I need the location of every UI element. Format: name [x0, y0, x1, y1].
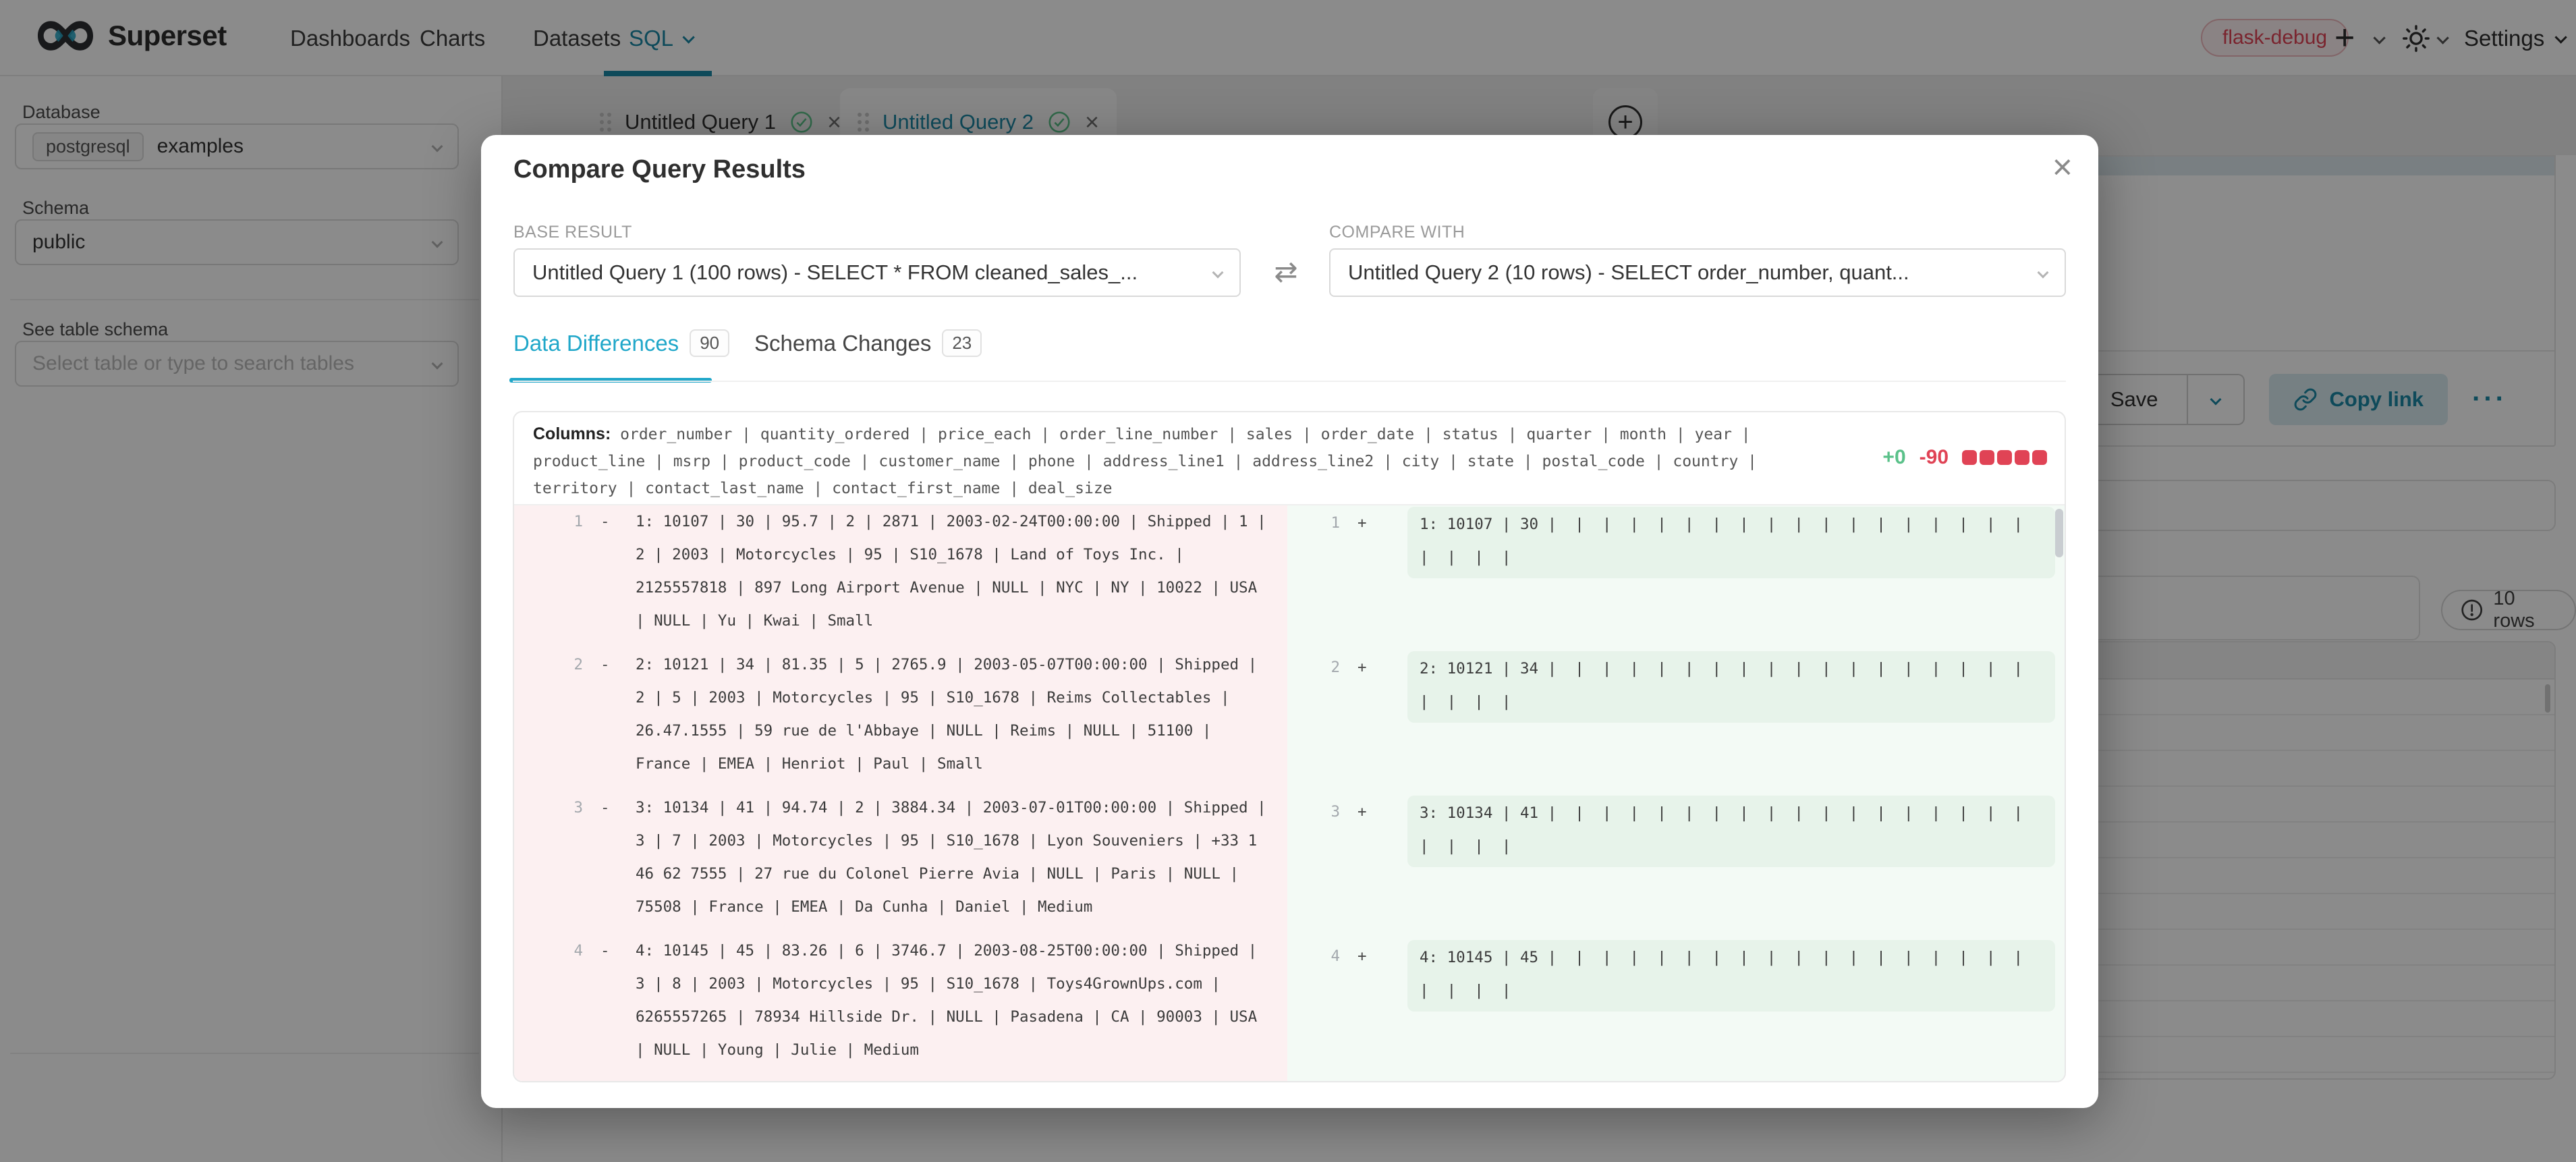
diff-removed-row: 4 - 4: 10145 | 45 | 83.26 | 6 | 3746.7 |… — [514, 935, 1287, 1078]
tab-schema-changes-label: Schema Changes — [754, 331, 931, 356]
plus-sign: + — [1357, 651, 1367, 684]
diff-added-row: 3 + 3: 10134 | 41 | | | | | | | | | | | … — [1287, 796, 2065, 939]
diff-body: 1 - 1: 10107 | 30 | 95.7 | 2 | 2871 | 20… — [514, 504, 2065, 1081]
line-number: 3 — [1287, 796, 1340, 829]
removed-row-text: 3: 10134 | 41 | 94.74 | 2 | 3884.34 | 20… — [636, 792, 1275, 924]
columns-names: order_number | quantity_ordered | price_… — [533, 426, 1757, 497]
diff-scrollbar[interactable] — [2055, 509, 2063, 557]
removed-count: -90 — [1920, 446, 1949, 469]
base-result-value: Untitled Query 1 (100 rows) - SELECT * F… — [532, 260, 1138, 285]
removed-row-text: 2: 10121 | 34 | 81.35 | 5 | 2765.9 | 200… — [636, 648, 1275, 781]
diff-compare-pane: 1 + 1: 10107 | 30 | | | | | | | | | | | … — [1287, 505, 2065, 1081]
minus-sign: - — [600, 935, 610, 968]
swap-icon: ⇄ — [1254, 255, 1318, 288]
minus-sign: - — [600, 648, 610, 682]
chevron-down-icon — [2038, 267, 2049, 279]
added-row-text: 2: 10121 | 34 | | | | | | | | | | | | | … — [1420, 653, 2043, 719]
added-row-text: 1: 10107 | 30 | | | | | | | | | | | | | … — [1420, 508, 2043, 574]
added-row-box: 1: 10107 | 30 | | | | | | | | | | | | | … — [1407, 507, 2055, 578]
line-number: 3 — [514, 792, 583, 825]
line-number: 4 — [1287, 940, 1340, 973]
line-number: 4 — [514, 935, 583, 968]
base-result-select[interactable]: Untitled Query 1 (100 rows) - SELECT * F… — [513, 248, 1241, 297]
removed-row-text: 1: 10107 | 30 | 95.7 | 2 | 2871 | 2003-0… — [636, 505, 1275, 638]
columns-label: Columns: — [533, 424, 611, 443]
columns-list: Columns: order_number | quantity_ordered… — [533, 420, 1815, 502]
columns-header: Columns: order_number | quantity_ordered… — [514, 412, 2065, 504]
added-count: +0 — [1882, 446, 1905, 469]
diff-added-row: 4 + 4: 10145 | 45 | | | | | | | | | | | … — [1287, 940, 2065, 1081]
diff-added-row: 2 + 2: 10121 | 34 | | | | | | | | | | | … — [1287, 651, 2065, 794]
added-row-box: 2: 10121 | 34 | | | | | | | | | | | | | … — [1407, 651, 2055, 723]
minus-sign: - — [600, 792, 610, 825]
diff-removed-row: 3 - 3: 10134 | 41 | 94.74 | 2 | 3884.34 … — [514, 792, 1287, 935]
tab-data-differences-label: Data Differences — [513, 331, 679, 356]
compare-with-select[interactable]: Untitled Query 2 (10 rows) - SELECT orde… — [1329, 248, 2066, 297]
removed-blocks-icon — [1962, 450, 2047, 465]
tabs-divider — [513, 381, 2066, 382]
diff-base-pane: 1 - 1: 10107 | 30 | 95.7 | 2 | 2871 | 20… — [514, 505, 1287, 1081]
compare-query-results-modal: Compare Query Results × BASE RESULT COMP… — [481, 135, 2098, 1108]
line-number: 1 — [514, 505, 583, 538]
compare-with-value: Untitled Query 2 (10 rows) - SELECT orde… — [1348, 260, 1909, 285]
modal-title: Compare Query Results — [513, 155, 806, 184]
removed-row-text: 4: 10145 | 45 | 83.26 | 6 | 3746.7 | 200… — [636, 935, 1275, 1067]
minus-sign: - — [600, 505, 610, 538]
added-row-text: 3: 10134 | 41 | | | | | | | | | | | | | … — [1420, 797, 2043, 863]
diff-stats: +0 -90 — [1882, 446, 2047, 469]
diff-removed-row: 1 - 1: 10107 | 30 | 95.7 | 2 | 2871 | 20… — [514, 505, 1287, 648]
added-row-box: 3: 10134 | 41 | | | | | | | | | | | | | … — [1407, 796, 2055, 867]
added-row-box: 4: 10145 | 45 | | | | | | | | | | | | | … — [1407, 940, 2055, 1012]
plus-sign: + — [1357, 940, 1367, 973]
plus-sign: + — [1357, 507, 1367, 540]
line-number: 2 — [514, 648, 583, 682]
plus-sign: + — [1357, 796, 1367, 829]
diff-removed-row: 2 - 2: 10121 | 34 | 81.35 | 5 | 2765.9 |… — [514, 648, 1287, 792]
compare-with-label: COMPARE WITH — [1329, 223, 1465, 242]
added-row-text: 4: 10145 | 45 | | | | | | | | | | | | | … — [1420, 941, 2043, 1007]
tab-data-differences[interactable]: Data Differences 90 — [513, 329, 729, 357]
diff-container: Columns: order_number | quantity_ordered… — [513, 411, 2066, 1082]
base-result-label: BASE RESULT — [513, 223, 632, 242]
diff-added-row: 1 + 1: 10107 | 30 | | | | | | | | | | | … — [1287, 507, 2065, 650]
data-differences-count-badge: 90 — [690, 329, 729, 357]
line-number: 1 — [1287, 507, 1340, 540]
chevron-down-icon — [1212, 267, 1224, 279]
line-number: 2 — [1287, 651, 1340, 684]
schema-changes-count-badge: 23 — [942, 329, 982, 357]
close-icon[interactable]: × — [2052, 150, 2073, 185]
tab-schema-changes[interactable]: Schema Changes 23 — [754, 329, 982, 357]
